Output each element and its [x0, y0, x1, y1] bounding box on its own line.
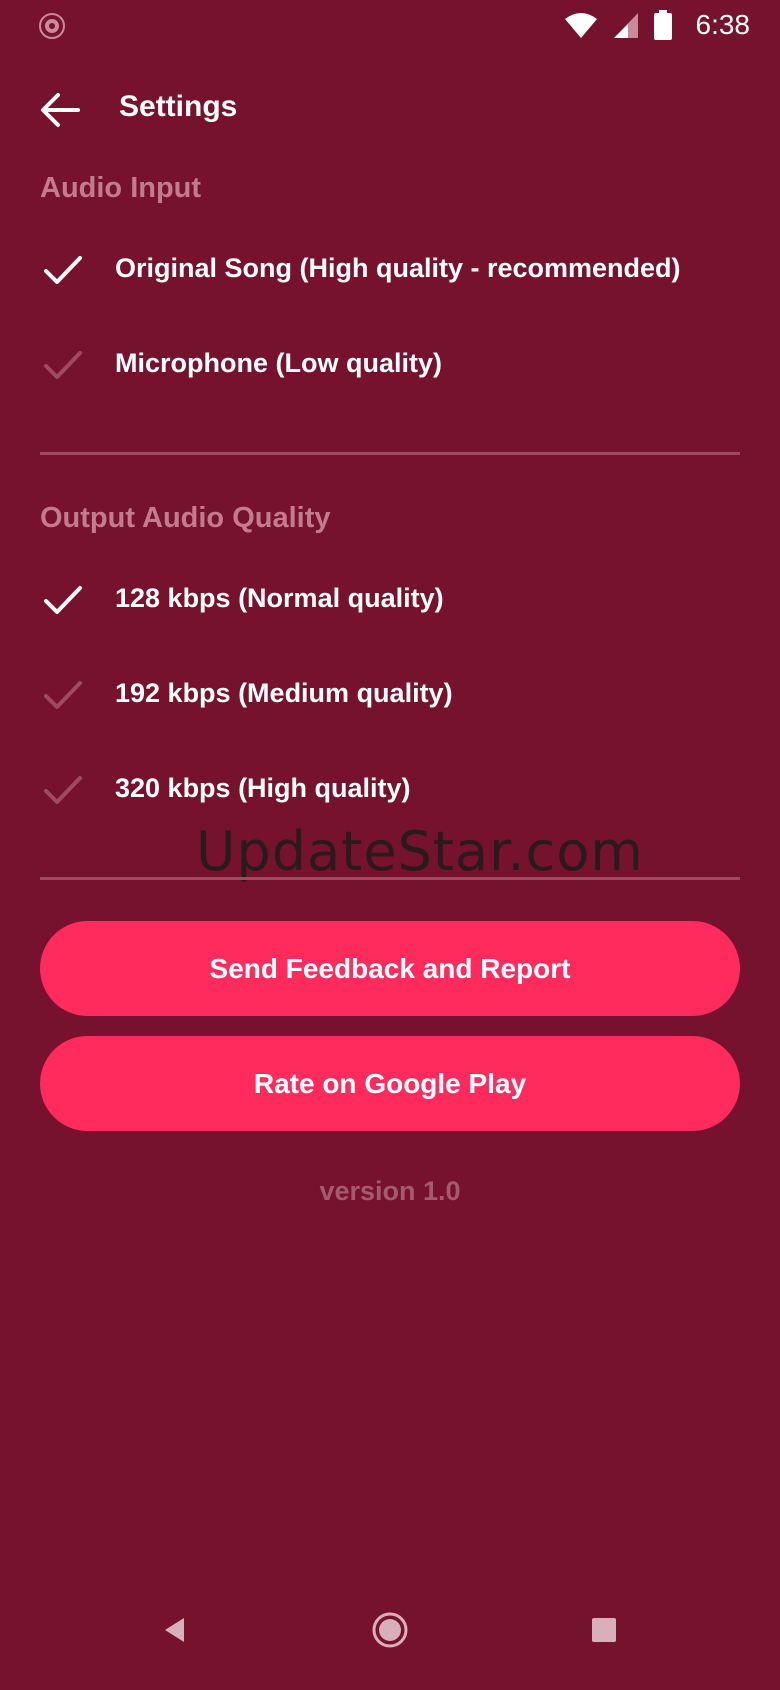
status-bar: 6:38 — [0, 0, 780, 50]
watermark: UpdateStar.com — [196, 820, 644, 883]
section-header-audio-input: Audio Input — [40, 172, 202, 204]
option-label: Microphone (Low quality) — [115, 348, 442, 378]
battery-icon — [653, 10, 672, 40]
divider — [40, 452, 740, 455]
toolbar: Settings — [0, 60, 780, 160]
status-time: 6:38 — [695, 9, 751, 40]
home-circle-icon — [372, 1612, 408, 1648]
app-spinner-icon — [39, 13, 65, 39]
option-microphone[interactable]: Microphone (Low quality) — [0, 320, 780, 410]
check-icon — [44, 776, 82, 804]
option-label: 128 kbps (Normal quality) — [115, 583, 444, 613]
back-triangle-icon — [165, 1618, 184, 1642]
version-text: version 1.0 — [319, 1176, 461, 1206]
page-title: Settings — [119, 90, 238, 123]
check-icon — [44, 256, 82, 284]
option-label: Original Song (High quality - recommende… — [115, 253, 681, 283]
divider — [40, 877, 740, 880]
option-label: 192 kbps (Medium quality) — [115, 678, 453, 708]
nav-recents-button[interactable] — [584, 1610, 624, 1650]
wifi-icon — [564, 13, 597, 38]
arrow-left-icon — [41, 93, 80, 127]
status-icons: 6:38 — [564, 0, 751, 50]
nav-back-button[interactable] — [155, 1610, 195, 1650]
option-label: 320 kbps (High quality) — [115, 773, 411, 803]
section-header-output-quality: Output Audio Quality — [40, 502, 331, 534]
check-icon — [44, 681, 82, 709]
check-icon — [44, 351, 82, 379]
option-original-song[interactable]: Original Song (High quality - recommende… — [0, 225, 780, 315]
send-feedback-button[interactable]: Send Feedback and Report — [40, 921, 740, 1016]
check-icon — [44, 586, 82, 614]
option-128-kbps[interactable]: 128 kbps (Normal quality) — [0, 555, 780, 645]
option-192-kbps[interactable]: 192 kbps (Medium quality) — [0, 650, 780, 740]
nav-home-button[interactable] — [370, 1610, 410, 1650]
nav-bar — [0, 1570, 780, 1690]
back-button[interactable] — [30, 80, 90, 140]
cell-signal-icon — [613, 13, 638, 38]
rate-google-play-button[interactable]: Rate on Google Play — [40, 1036, 740, 1131]
recents-square-icon — [592, 1618, 616, 1642]
